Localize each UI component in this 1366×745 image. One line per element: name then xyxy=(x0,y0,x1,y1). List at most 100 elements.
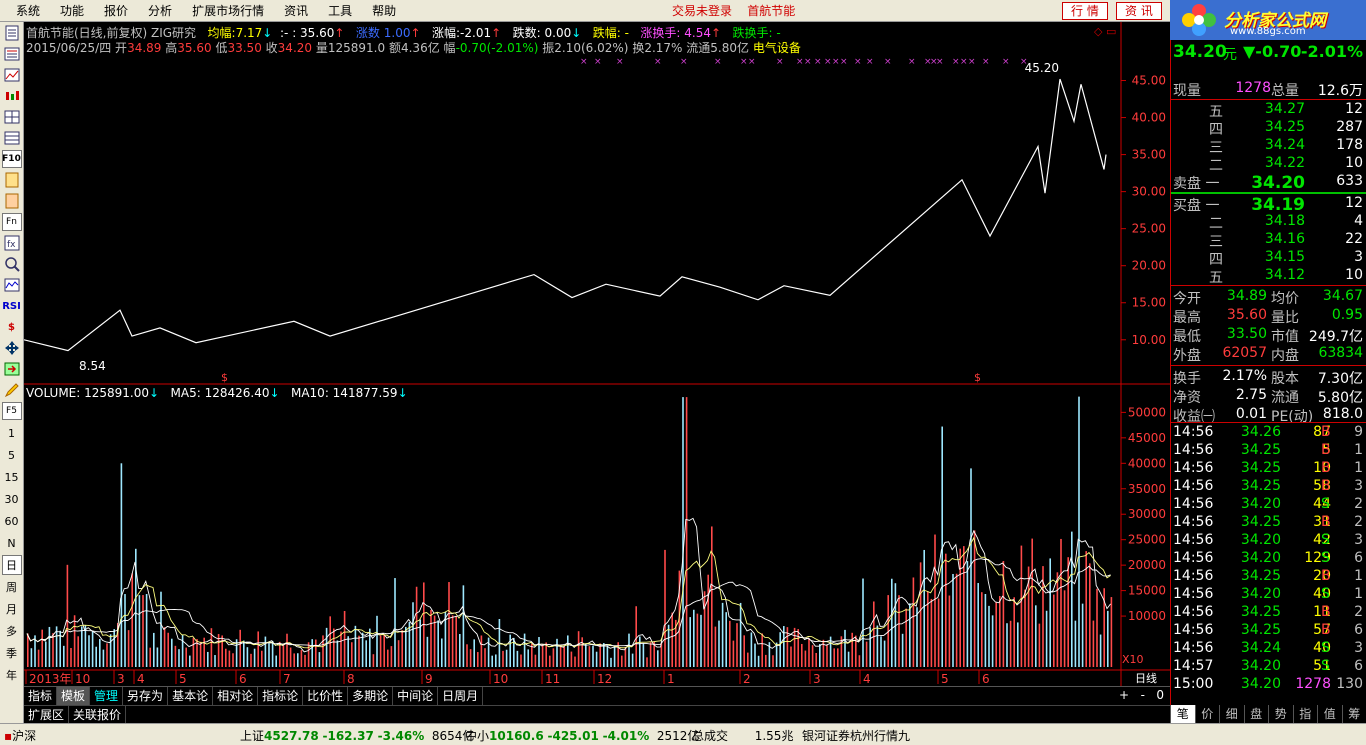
volume-bar xyxy=(761,633,763,667)
tab-indicator[interactable]: 指标 xyxy=(24,687,58,705)
tab-chips[interactable]: 筹 xyxy=(1341,705,1366,723)
rsi-icon[interactable]: RSI xyxy=(2,297,22,315)
stat-value: 818.0 xyxy=(1322,406,1363,422)
quote-header: 34.20 元 ▼-0.70 -2.01% xyxy=(1171,42,1366,64)
candlestick-icon[interactable] xyxy=(2,87,22,105)
period-1min[interactable]: 1 xyxy=(2,423,22,443)
tab-save-as[interactable]: 另存为 xyxy=(123,687,169,705)
volume-bar xyxy=(477,652,479,667)
ask-row[interactable]: 四 34.25 287 xyxy=(1171,119,1366,138)
menu-item-quote[interactable]: 报价 xyxy=(94,0,138,22)
sh-index[interactable]: 上证4527.78 -162.37 -3.46% 8654亿 xyxy=(240,727,474,744)
period-15min[interactable]: 15 xyxy=(2,467,22,487)
ask-volume: 633 xyxy=(1336,173,1363,189)
tab-price[interactable]: 价 xyxy=(1194,705,1220,723)
period-multi[interactable]: 多 xyxy=(2,621,22,641)
menu-item-analysis[interactable]: 分析 xyxy=(138,0,182,22)
stat-value: 0.01 xyxy=(1235,406,1267,422)
tab-book[interactable]: 盘 xyxy=(1243,705,1269,723)
period-day[interactable]: 日 xyxy=(1,555,22,575)
tab-extension[interactable]: 扩展区 xyxy=(24,706,70,724)
tab-related-quote[interactable]: 关联报价 xyxy=(69,706,127,724)
bid-row[interactable]: 二 34.18 4 xyxy=(1171,213,1366,232)
volume-bar xyxy=(63,645,65,667)
pencil-icon[interactable] xyxy=(2,381,22,399)
bid-row[interactable]: 买盘 一 34.19 12 xyxy=(1171,195,1366,215)
period-quarter[interactable]: 季 xyxy=(2,643,22,663)
zoom-in-button[interactable]: + xyxy=(1119,688,1129,702)
zoom-reset-button[interactable]: 0 xyxy=(1156,688,1164,702)
bid-row[interactable]: 三 34.16 22 xyxy=(1171,231,1366,250)
volume-bar xyxy=(819,644,821,667)
tab-trend[interactable]: 势 xyxy=(1268,705,1293,723)
note-icon[interactable] xyxy=(2,192,22,210)
period-5min[interactable]: 5 xyxy=(2,445,22,465)
bid-row[interactable]: 五 34.12 10 xyxy=(1171,267,1366,286)
tab-middle[interactable]: 中间论 xyxy=(393,687,439,705)
tab-relative[interactable]: 相对论 xyxy=(213,687,259,705)
tab-template[interactable]: 模板 xyxy=(57,687,91,705)
date-label: 2 xyxy=(743,672,751,686)
zoom-out-button[interactable]: - xyxy=(1141,688,1145,702)
stat-label: 换手 xyxy=(1173,371,1201,387)
tab-index[interactable]: 指 xyxy=(1292,705,1318,723)
news-icon[interactable] xyxy=(2,171,22,189)
tick-time: 15:00 xyxy=(1173,676,1214,692)
grid-icon[interactable] xyxy=(2,108,22,126)
volume-bar xyxy=(138,595,141,667)
doc-icon[interactable] xyxy=(2,24,22,42)
f10-icon[interactable]: F10 xyxy=(1,150,22,168)
search-icon[interactable] xyxy=(2,255,22,273)
export-icon[interactable] xyxy=(2,360,22,378)
bid-row[interactable]: 四 34.15 3 xyxy=(1171,249,1366,268)
tab-value[interactable]: 值 xyxy=(1317,705,1342,723)
move-icon[interactable] xyxy=(2,339,22,357)
list-icon[interactable] xyxy=(2,45,22,63)
menu-item-tools[interactable]: 工具 xyxy=(318,0,362,22)
ask-row[interactable]: 卖盘 一 34.20 633 xyxy=(1171,173,1366,193)
tab-multi-period[interactable]: 多期论 xyxy=(348,687,394,705)
table-icon[interactable] xyxy=(2,129,22,147)
line-chart-icon[interactable] xyxy=(2,66,22,84)
period-n[interactable]: N xyxy=(2,533,22,553)
menu-item-extended-market[interactable]: 扩展市场行情 xyxy=(182,0,274,22)
ask-row[interactable]: 五 34.27 12 xyxy=(1171,101,1366,120)
period-60min[interactable]: 60 xyxy=(2,511,22,531)
menu-item-function[interactable]: 功能 xyxy=(50,0,94,22)
market-label[interactable]: ▪沪深 xyxy=(4,727,36,744)
tab-price-compare[interactable]: 比价性 xyxy=(303,687,349,705)
date-label: 9 xyxy=(425,672,433,686)
trade-login-status[interactable]: 交易未登录 首航节能 xyxy=(672,0,795,22)
ask-row[interactable]: 二 34.22 10 xyxy=(1171,155,1366,174)
news-button[interactable]: 资 讯 xyxy=(1116,2,1162,20)
menu-item-news[interactable]: 资讯 xyxy=(274,0,318,22)
ask-row[interactable]: 三 34.24 178 xyxy=(1171,137,1366,156)
price-tick-label: 25.00 xyxy=(1132,222,1166,236)
tab-day-week-month[interactable]: 日周月 xyxy=(438,687,484,705)
chart-area[interactable]: 首航节能(日线,前复权) ZIG研究 均幅:7.17↓ :- : 35.60↑ … xyxy=(24,22,1170,704)
volume-bar xyxy=(743,635,745,667)
f5-icon[interactable]: F5 xyxy=(1,402,22,420)
tab-indicator-theory[interactable]: 指标论 xyxy=(258,687,304,705)
tick-time: 14:56 xyxy=(1173,640,1214,656)
tab-tick[interactable]: 笔 xyxy=(1170,705,1195,723)
tab-manage[interactable]: 管理 xyxy=(90,687,124,705)
stat-label: 最低 xyxy=(1173,329,1201,345)
period-month[interactable]: 月 xyxy=(2,599,22,619)
dollar-icon[interactable]: $ xyxy=(2,318,22,336)
indicator-chart-icon[interactable] xyxy=(2,276,22,294)
volume-bar xyxy=(77,636,79,667)
formula-icon[interactable]: fx xyxy=(2,234,22,252)
zx-index[interactable]: 中小10160.6 -425.01 -4.01% 2512亿 xyxy=(465,727,699,744)
fn-icon[interactable]: Fn xyxy=(1,213,22,231)
stat-label: 量比 xyxy=(1271,310,1299,326)
period-year[interactable]: 年 xyxy=(2,665,22,685)
menu-item-system[interactable]: 系统 xyxy=(6,0,50,22)
tab-basic[interactable]: 基本论 xyxy=(168,687,214,705)
quote-button[interactable]: 行 情 xyxy=(1062,2,1108,20)
menu-item-help[interactable]: 帮助 xyxy=(362,0,406,22)
bid-label: 三 xyxy=(1209,234,1223,250)
tab-detail[interactable]: 细 xyxy=(1219,705,1244,723)
period-week[interactable]: 周 xyxy=(2,577,22,597)
period-30min[interactable]: 30 xyxy=(2,489,22,509)
